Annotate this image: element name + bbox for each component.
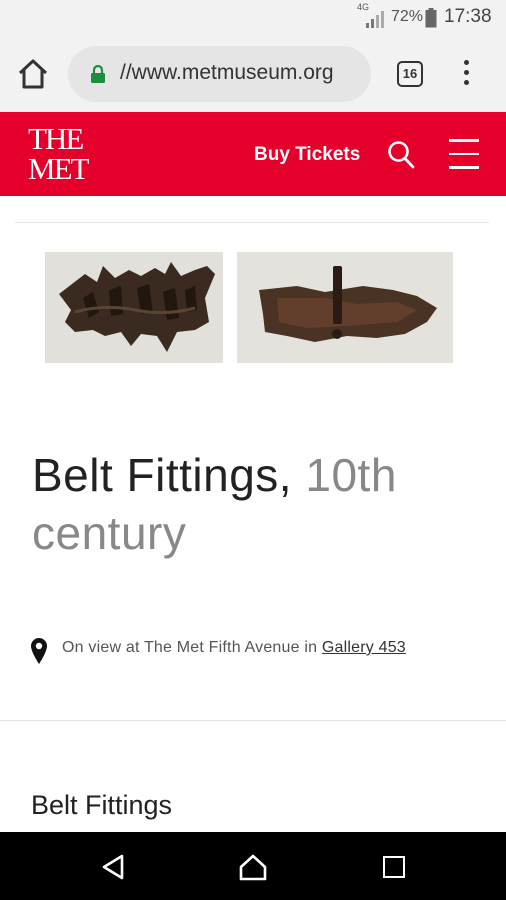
- tab-switcher-button[interactable]: 16: [397, 61, 423, 87]
- home-icon[interactable]: [238, 852, 268, 882]
- battery-percent: 72%: [391, 8, 424, 25]
- artwork-thumbnail-1[interactable]: [45, 252, 223, 363]
- battery-icon: [425, 8, 437, 28]
- belt-fitting-front-image: [45, 252, 223, 363]
- divider: [0, 720, 506, 721]
- section-heading: Belt Fittings: [31, 790, 173, 820]
- location-text: On view at The Met Fifth Avenue in Galle…: [62, 639, 406, 657]
- signal-icon: [366, 11, 384, 28]
- lock-icon: [91, 65, 105, 83]
- gallery-link[interactable]: Gallery 453: [322, 639, 406, 656]
- clock: 17:38: [444, 6, 492, 27]
- artwork-title: Belt Fittings, 10th century: [32, 446, 482, 562]
- hamburger-icon[interactable]: [449, 139, 479, 169]
- artwork-thumbnail-2[interactable]: [237, 252, 453, 363]
- address-bar[interactable]: //www.metmuseum.org: [68, 46, 371, 102]
- map-pin-icon: [31, 638, 47, 664]
- title-text: Belt Fittings,: [32, 449, 293, 501]
- more-vert-icon[interactable]: [458, 60, 474, 88]
- logo-line-2: MET: [28, 151, 89, 186]
- system-nav-bar: [0, 832, 506, 900]
- site-header: THE MET Buy Tickets: [0, 112, 506, 196]
- url-text: //www.metmuseum.org: [120, 61, 334, 84]
- divider: [15, 222, 489, 223]
- status-bar: 4G 72% 17:38: [0, 0, 506, 36]
- home-icon[interactable]: [16, 58, 50, 90]
- met-logo[interactable]: THE MET: [28, 121, 89, 186]
- buy-tickets-link[interactable]: Buy Tickets: [254, 144, 360, 166]
- search-icon[interactable]: [387, 140, 415, 170]
- gallery-location: On view at The Met Fifth Avenue in Galle…: [30, 637, 490, 667]
- location-prefix: On view at The Met Fifth Avenue in: [62, 639, 318, 656]
- recents-icon[interactable]: [383, 856, 405, 878]
- browser-toolbar: //www.metmuseum.org 16: [0, 36, 506, 112]
- belt-fitting-back-image: [237, 252, 453, 363]
- logo-line-1: THE: [28, 121, 84, 156]
- back-icon[interactable]: [100, 853, 126, 881]
